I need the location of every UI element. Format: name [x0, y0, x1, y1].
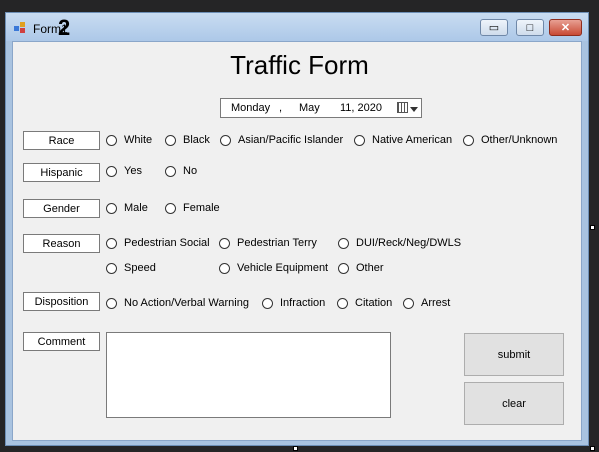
- radio-label: Speed: [124, 262, 156, 274]
- disposition-label: Disposition: [23, 292, 100, 311]
- radio-reason-dui[interactable]: DUI/Reck/Neg/DWLS: [338, 237, 461, 249]
- reason-label: Reason: [23, 234, 100, 253]
- radio-circle-icon: [165, 165, 176, 177]
- radio-disposition-arrest[interactable]: Arrest: [403, 297, 450, 309]
- maximize-icon: □: [526, 21, 534, 34]
- radio-disposition-citation[interactable]: Citation: [337, 297, 392, 309]
- title-bar[interactable]: Form1 2 ▭ □ ✕: [6, 13, 588, 41]
- radio-reason-other[interactable]: Other: [338, 262, 384, 274]
- radio-circle-icon: [338, 262, 349, 274]
- date-daynum-year: 11, 2020: [340, 102, 383, 114]
- date-day: Monday: [231, 102, 271, 114]
- radio-circle-icon: [165, 202, 176, 214]
- resize-handle-corner[interactable]: [590, 446, 595, 451]
- page-title: Traffic Form: [230, 50, 369, 80]
- race-label: Race: [23, 131, 100, 150]
- close-icon: ✕: [560, 22, 571, 34]
- gender-label: Gender: [23, 199, 100, 218]
- form-app-icon: [14, 22, 26, 33]
- radio-gender-male[interactable]: Male: [106, 202, 148, 214]
- radio-label: Pedestrian Terry: [237, 237, 317, 249]
- radio-label: Vehicle Equipment: [237, 262, 329, 274]
- chevron-down-icon[interactable]: [410, 107, 418, 112]
- hispanic-label: Hispanic: [23, 163, 100, 182]
- radio-label: Pedestrian Social: [124, 237, 210, 249]
- radio-hispanic-yes[interactable]: Yes: [106, 165, 142, 177]
- radio-race-native[interactable]: Native American: [354, 134, 452, 146]
- radio-label: Other/Unknown: [481, 134, 558, 146]
- radio-label: Yes: [124, 165, 142, 177]
- maximize-button[interactable]: □: [516, 19, 544, 36]
- radio-disposition-infraction[interactable]: Infraction: [262, 297, 325, 309]
- radio-race-other[interactable]: Other/Unknown: [463, 134, 557, 146]
- radio-label: Black: [183, 134, 210, 146]
- radio-label: Female: [183, 202, 220, 214]
- submit-button[interactable]: submit: [464, 333, 564, 376]
- radio-label: No: [183, 165, 198, 177]
- radio-hispanic-no[interactable]: No: [165, 165, 197, 177]
- annotation-mark: 2: [58, 15, 71, 40]
- close-button[interactable]: ✕: [549, 19, 582, 36]
- radio-label: Asian/Pacific Islander: [238, 134, 344, 146]
- radio-label: Male: [124, 202, 148, 214]
- radio-circle-icon: [338, 237, 349, 249]
- comment-label: Comment: [23, 332, 100, 351]
- radio-race-white[interactable]: White: [106, 134, 152, 146]
- radio-label: White: [124, 134, 153, 146]
- radio-label: Arrest: [421, 297, 451, 309]
- radio-label: Citation: [355, 297, 393, 309]
- calendar-icon[interactable]: [397, 102, 408, 113]
- radio-circle-icon: [337, 297, 348, 309]
- radio-circle-icon: [219, 237, 230, 249]
- radio-circle-icon: [106, 262, 117, 274]
- radio-circle-icon: [106, 165, 117, 177]
- radio-circle-icon: [463, 134, 474, 146]
- radio-reason-speed[interactable]: Speed: [106, 262, 156, 274]
- radio-circle-icon: [219, 262, 230, 274]
- resize-handle-bottom[interactable]: [293, 446, 298, 451]
- radio-reason-vehicle-equipment[interactable]: Vehicle Equipment: [219, 262, 328, 274]
- radio-circle-icon: [262, 297, 273, 309]
- radio-circle-icon: [106, 202, 117, 214]
- radio-race-asian[interactable]: Asian/Pacific Islander: [220, 134, 343, 146]
- radio-label: Other: [356, 262, 384, 274]
- clear-button[interactable]: clear: [464, 382, 564, 425]
- radio-circle-icon: [106, 134, 117, 146]
- radio-circle-icon: [106, 297, 117, 309]
- radio-label: Native American: [372, 134, 453, 146]
- minimize-icon: ▭: [488, 22, 500, 34]
- radio-circle-icon: [403, 297, 414, 309]
- date-month: May: [299, 102, 320, 114]
- radio-circle-icon: [165, 134, 176, 146]
- radio-label: No Action/Verbal Warning: [124, 297, 249, 309]
- radio-gender-female[interactable]: Female: [165, 202, 220, 214]
- radio-reason-ped-social[interactable]: Pedestrian Social: [106, 237, 210, 249]
- radio-circle-icon: [106, 237, 117, 249]
- radio-label: DUI/Reck/Neg/DWLS: [356, 237, 462, 249]
- radio-circle-icon: [220, 134, 231, 146]
- minimize-button[interactable]: ▭: [480, 19, 508, 36]
- resize-handle-right[interactable]: [590, 225, 595, 230]
- radio-reason-ped-terry[interactable]: Pedestrian Terry: [219, 237, 317, 249]
- date-separator: ,: [279, 102, 283, 114]
- radio-label: Infraction: [280, 297, 326, 309]
- radio-disposition-no-action[interactable]: No Action/Verbal Warning: [106, 297, 249, 309]
- radio-race-black[interactable]: Black: [165, 134, 210, 146]
- comment-textarea[interactable]: [106, 332, 391, 418]
- date-picker[interactable]: Monday , May 11, 2020: [220, 98, 422, 118]
- radio-circle-icon: [354, 134, 365, 146]
